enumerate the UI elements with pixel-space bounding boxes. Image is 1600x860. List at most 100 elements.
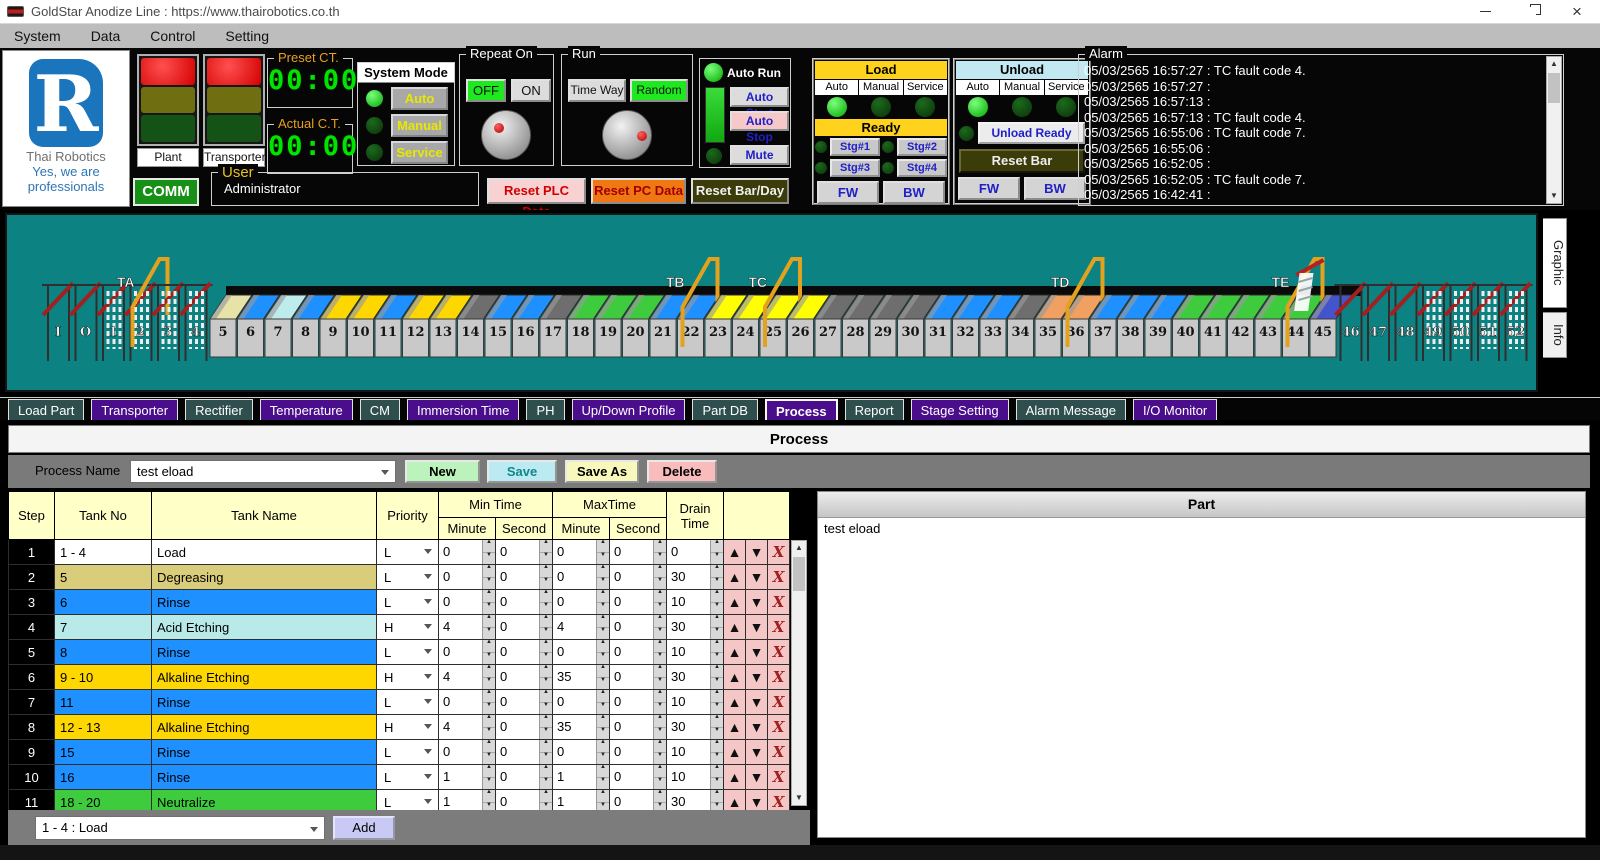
tab-report[interactable]: Report (844, 399, 904, 420)
unload-bw-button[interactable]: BW (1024, 177, 1086, 200)
new-button[interactable]: New (405, 460, 480, 483)
reset-pc-data-button[interactable]: Reset PC Data (591, 178, 686, 204)
menu-control[interactable]: Control (150, 28, 195, 44)
min-second-input[interactable]: 0 ▲ ▼ (494, 539, 554, 565)
min-second-input[interactable]: 0 ▲ ▼ (494, 739, 554, 765)
move-down-button[interactable]: ▼ (745, 739, 769, 765)
auto-mode-button[interactable]: Auto (391, 87, 448, 110)
move-down-button[interactable]: ▼ (745, 714, 769, 740)
tab-up-down-profile[interactable]: Up/Down Profile (571, 399, 686, 420)
delete-step-button[interactable]: X (767, 739, 791, 765)
spinner-icon[interactable]: ▲ ▼ (482, 540, 495, 564)
spinner-icon[interactable]: ▲ ▼ (482, 715, 495, 739)
spinner-icon[interactable]: ▲ ▼ (596, 715, 609, 739)
reset-plc-data-button[interactable]: Reset PLC Data (487, 178, 586, 219)
spinner-icon[interactable]: ▲ ▼ (482, 740, 495, 764)
min-second-input[interactable]: 0 ▲ ▼ (494, 764, 554, 790)
min-minute-input[interactable]: 0 ▲ ▼ (438, 539, 496, 565)
move-down-button[interactable]: ▼ (745, 614, 769, 640)
priority-select[interactable]: L (376, 764, 439, 790)
drain-time-input[interactable]: 30 ▲ ▼ (666, 789, 725, 811)
move-up-button[interactable]: ▲ (723, 639, 747, 665)
spinner-icon[interactable]: ▲ ▼ (653, 690, 666, 714)
drain-time-input[interactable]: 30 ▲ ▼ (666, 614, 725, 640)
move-down-button[interactable]: ▼ (745, 689, 769, 715)
priority-select[interactable]: H (376, 714, 439, 740)
max-second-input[interactable]: 0 ▲ ▼ (609, 789, 668, 811)
move-down-button[interactable]: ▼ (745, 539, 769, 565)
load-bw-button[interactable]: BW (883, 181, 945, 204)
stg3-button[interactable]: Stg#3 (830, 159, 880, 177)
drain-time-input[interactable]: 0 ▲ ▼ (666, 539, 725, 565)
max-minute-input[interactable]: 4 ▲ ▼ (552, 614, 611, 640)
repeat-knob[interactable] (481, 110, 531, 160)
min-second-input[interactable]: 0 ▲ ▼ (494, 614, 554, 640)
move-down-button[interactable]: ▼ (745, 764, 769, 790)
spinner-icon[interactable]: ▲ ▼ (596, 790, 609, 811)
max-second-input[interactable]: 0 ▲ ▼ (609, 689, 668, 715)
spinner-icon[interactable]: ▲ ▼ (596, 765, 609, 789)
spinner-icon[interactable]: ▲ ▼ (653, 715, 666, 739)
min-second-input[interactable]: 0 ▲ ▼ (494, 564, 554, 590)
priority-select[interactable]: L (376, 639, 439, 665)
tab-process[interactable]: Process (764, 399, 838, 420)
service-mode-button[interactable]: Service (391, 141, 448, 164)
alarm-scrollbar[interactable]: ▲ ▼ (1546, 56, 1562, 204)
max-minute-input[interactable]: 0 ▲ ▼ (552, 564, 611, 590)
max-second-input[interactable]: 0 ▲ ▼ (609, 564, 668, 590)
move-down-button[interactable]: ▼ (745, 589, 769, 615)
max-second-input[interactable]: 0 ▲ ▼ (609, 664, 668, 690)
min-second-input[interactable]: 0 ▲ ▼ (494, 664, 554, 690)
load-fw-button[interactable]: FW (817, 181, 879, 204)
tab-cm[interactable]: CM (359, 399, 400, 420)
spinner-icon[interactable]: ▲ ▼ (596, 665, 609, 689)
move-up-button[interactable]: ▲ (723, 689, 747, 715)
tab-part-db[interactable]: Part DB (692, 399, 758, 420)
max-minute-input[interactable]: 1 ▲ ▼ (552, 764, 611, 790)
move-up-button[interactable]: ▲ (723, 539, 747, 565)
move-up-button[interactable]: ▲ (723, 714, 747, 740)
priority-select[interactable]: L (376, 539, 439, 565)
move-down-button[interactable]: ▼ (745, 664, 769, 690)
max-minute-input[interactable]: 0 ▲ ▼ (552, 589, 611, 615)
menu-setting[interactable]: Setting (225, 28, 269, 44)
max-minute-input[interactable]: 0 ▲ ▼ (552, 739, 611, 765)
process-name-select[interactable]: test eload (130, 460, 396, 483)
min-minute-input[interactable]: 0 ▲ ▼ (438, 639, 496, 665)
spinner-icon[interactable]: ▲ ▼ (539, 640, 552, 664)
part-item[interactable]: test eload (818, 518, 1585, 536)
reset-bar-button[interactable]: Reset Bar (959, 149, 1085, 173)
min-minute-input[interactable]: 0 ▲ ▼ (438, 589, 496, 615)
min-second-input[interactable]: 0 ▲ ▼ (494, 789, 554, 811)
spinner-icon[interactable]: ▲ ▼ (539, 615, 552, 639)
min-second-input[interactable]: 0 ▲ ▼ (494, 639, 554, 665)
restore-button[interactable] (1508, 0, 1554, 23)
delete-step-button[interactable]: X (767, 639, 791, 665)
unload-ready-button[interactable]: Unload Ready (978, 122, 1085, 144)
tab-load-part[interactable]: Load Part (8, 399, 85, 420)
spinner-icon[interactable]: ▲ ▼ (539, 715, 552, 739)
unload-fw-button[interactable]: FW (958, 177, 1020, 200)
spinner-icon[interactable]: ▲ ▼ (653, 590, 666, 614)
spinner-icon[interactable]: ▲ ▼ (539, 790, 552, 811)
move-up-button[interactable]: ▲ (723, 764, 747, 790)
min-second-input[interactable]: 0 ▲ ▼ (494, 714, 554, 740)
auto-stop-button[interactable]: Auto Stop (730, 111, 789, 144)
min-minute-input[interactable]: 0 ▲ ▼ (438, 689, 496, 715)
spinner-icon[interactable]: ▲ ▼ (539, 740, 552, 764)
spinner-icon[interactable]: ▲ ▼ (710, 565, 723, 589)
spinner-icon[interactable]: ▲ ▼ (482, 615, 495, 639)
min-second-input[interactable]: 0 ▲ ▼ (494, 689, 554, 715)
max-minute-input[interactable]: 0 ▲ ▼ (552, 689, 611, 715)
max-minute-input[interactable]: 35 ▲ ▼ (552, 714, 611, 740)
tab-i-o-monitor[interactable]: I/O Monitor (1132, 399, 1218, 420)
spinner-icon[interactable]: ▲ ▼ (653, 765, 666, 789)
delete-step-button[interactable]: X (767, 564, 791, 590)
spinner-icon[interactable]: ▲ ▼ (539, 665, 552, 689)
spinner-icon[interactable]: ▲ ▼ (596, 565, 609, 589)
spinner-icon[interactable]: ▲ ▼ (653, 540, 666, 564)
spinner-icon[interactable]: ▲ ▼ (596, 615, 609, 639)
move-down-button[interactable]: ▼ (745, 639, 769, 665)
min-minute-input[interactable]: 4 ▲ ▼ (438, 614, 496, 640)
stg1-button[interactable]: Stg#1 (830, 138, 880, 156)
